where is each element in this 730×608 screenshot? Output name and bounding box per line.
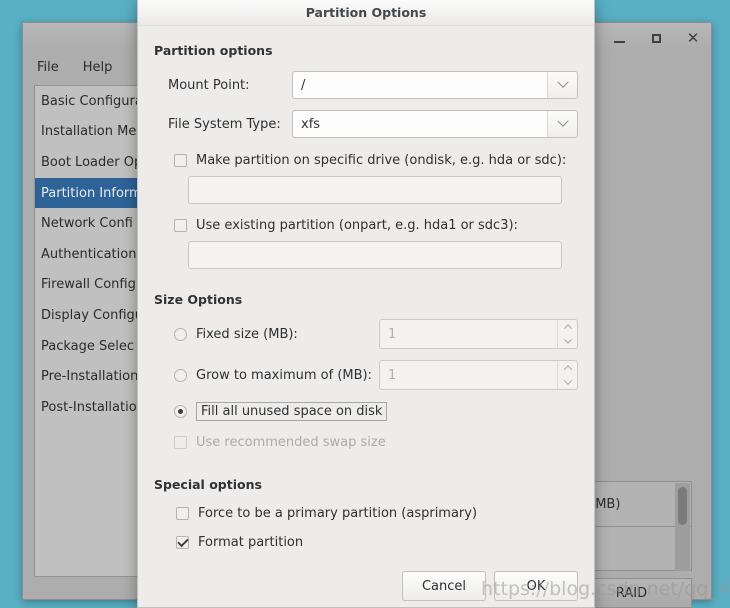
minimize-button[interactable] [609,28,629,48]
onpart-checkbox-row[interactable]: Use existing partition (onpart, e.g. hda… [154,218,578,233]
onpart-input[interactable] [188,241,562,269]
dialog-titlebar: Partition Options [138,0,594,26]
spinner-increment-button[interactable] [558,361,577,375]
spinner-decrement-button[interactable] [558,375,577,389]
chevron-up-icon [563,324,572,333]
chevron-down-icon [556,76,569,88]
mount-point-value: / [301,77,306,93]
asprimary-checkbox[interactable] [176,507,189,520]
fixed-size-value: 1 [388,326,397,342]
grow-to-maximum-value: 1 [388,367,397,383]
ondisk-checkbox[interactable] [174,154,187,167]
file-system-type-value: xfs [301,116,321,132]
format-partition-row[interactable]: Format partition [154,535,578,550]
file-system-type-row: File System Type: xfs [154,110,578,138]
recommended-swap-row: Use recommended swap size [154,435,578,450]
file-system-type-label: File System Type: [168,116,281,132]
close-button[interactable]: ✕ [683,28,703,48]
file-system-type-dropdown-button[interactable] [547,111,577,137]
fill-all-unused-label: Fill all unused space on disk [196,402,388,421]
spinner-increment-button[interactable] [558,320,577,334]
size-options-heading: Size Options [154,292,243,307]
ondisk-input[interactable] [188,176,562,204]
fixed-size-radio[interactable] [174,327,187,341]
fill-all-unused-radio[interactable] [174,405,187,418]
mount-point-row: Mount Point: / [154,71,578,99]
mount-point-label: Mount Point: [168,77,250,93]
format-partition-label: Format partition [198,535,304,550]
onpart-checkbox[interactable] [174,219,187,232]
maximize-icon [651,33,661,43]
close-icon: ✕ [686,28,700,47]
recommended-swap-label: Use recommended swap size [196,435,386,450]
desktop-background: ✕ File Help Basic Configura Installation… [0,0,730,608]
minimize-icon [613,41,625,43]
partition-options-heading: Partition options [154,43,273,58]
asprimary-row[interactable]: Force to be a primary partition (asprima… [154,506,578,521]
grow-to-maximum-spinner-buttons [557,361,577,389]
window-controls: ✕ [609,23,703,53]
menu-item-file[interactable]: File [37,60,59,75]
chevron-down-icon [556,115,569,127]
grow-to-maximum-row: Grow to maximum of (MB): 1 [154,360,578,390]
scrollbar-thumb[interactable] [678,487,687,525]
grow-to-maximum-radio[interactable] [174,368,187,382]
fixed-size-label: Fixed size (MB): [196,326,298,342]
special-options-heading: Special options [154,477,262,492]
onpart-label: Use existing partition (onpart, e.g. hda… [196,218,518,233]
spinner-decrement-button[interactable] [558,334,577,348]
menu-item-help[interactable]: Help [83,60,113,75]
dialog-body: Partition options Mount Point: / File Sy… [138,43,594,550]
mount-point-dropdown-button[interactable] [547,72,577,98]
format-partition-checkbox[interactable] [176,536,189,549]
ondisk-checkbox-row[interactable]: Make partition on specific drive (ondisk… [154,153,578,168]
mount-point-combobox[interactable]: / [292,71,578,99]
ok-button[interactable]: OK [494,571,578,601]
ondisk-label: Make partition on specific drive (ondisk… [196,153,567,168]
asprimary-label: Force to be a primary partition (asprima… [198,506,478,521]
dialog-title: Partition Options [305,5,427,20]
maximize-button[interactable] [646,28,666,48]
fill-all-unused-row[interactable]: Fill all unused space on disk [154,402,578,421]
grow-to-maximum-label: Grow to maximum of (MB): [196,367,372,383]
file-system-type-combobox[interactable]: xfs [292,110,578,138]
dialog-buttons: Cancel OK [138,571,594,601]
fixed-size-spinner[interactable]: 1 [379,319,578,349]
chevron-up-icon [563,365,572,374]
chevron-down-icon [563,376,572,385]
fixed-size-row: Fixed size (MB): 1 [154,319,578,349]
chevron-down-icon [563,335,572,344]
recommended-swap-checkbox [174,436,187,449]
partition-options-dialog: Partition Options Partition options Moun… [137,0,595,608]
fixed-size-spinner-buttons [557,320,577,348]
grow-to-maximum-spinner[interactable]: 1 [379,360,578,390]
cancel-button[interactable]: Cancel [402,571,486,601]
partition-table-scrollbar[interactable] [675,483,690,571]
